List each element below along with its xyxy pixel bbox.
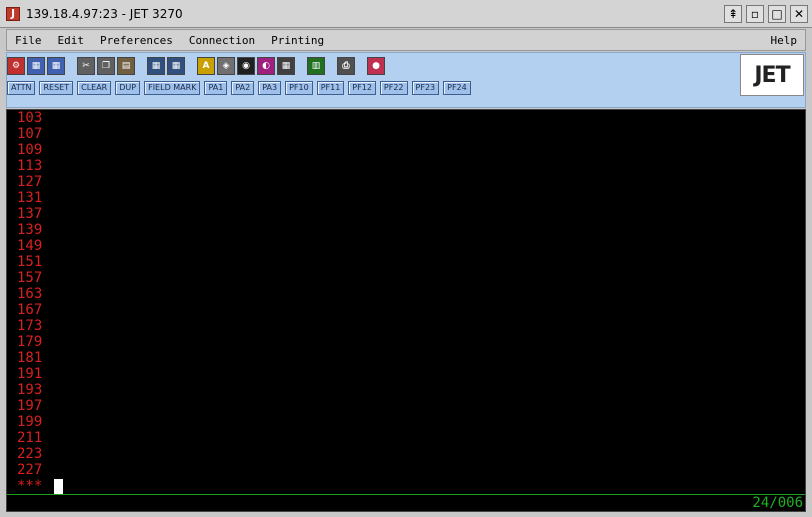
menu-help[interactable]: Help (763, 34, 806, 47)
cut-icon[interactable]: ✂ (77, 57, 95, 75)
key-clear-button[interactable]: CLEAR (77, 81, 112, 95)
key-field-mark-button[interactable]: FIELD MARK (144, 81, 201, 95)
key-pf23-button[interactable]: PF23 (411, 81, 440, 95)
key-pf12-button[interactable]: PF12 (348, 81, 376, 95)
copy-icon[interactable]: ❐ (97, 57, 115, 75)
menu-printing[interactable]: Printing (263, 34, 332, 47)
terminal-line: 179 (17, 334, 43, 350)
color-icon[interactable]: ◉ (237, 57, 255, 75)
key-attn-button[interactable]: ATTN (7, 81, 36, 95)
print-setup-icon[interactable]: ● (367, 57, 385, 75)
menu-edit[interactable]: Edit (50, 34, 93, 47)
prompt-line: *** (17, 478, 64, 494)
terminal-line: 103 (17, 110, 43, 126)
key-pf11-button[interactable]: PF11 (316, 81, 345, 95)
terminal-line: 197 (17, 398, 43, 414)
minimize-button[interactable]: ▫ (746, 5, 764, 23)
jet-logo: JET (740, 54, 804, 96)
close-button[interactable]: ✕ (790, 5, 808, 23)
function-keys: ATTN RESET CLEAR DUP FIELD MARK PA1 PA2 PA3 PF10… (7, 80, 475, 96)
key-pf24-button[interactable]: PF24 (443, 81, 471, 95)
prompt-text: *** (17, 478, 43, 494)
terminal-line: 139 (17, 222, 43, 238)
disconnect-icon[interactable]: ▦ (27, 57, 45, 75)
jet-logo-text: JET (754, 62, 790, 88)
terminal-line: 157 (17, 270, 43, 286)
terminal-line: 193 (17, 382, 43, 398)
menu-connection[interactable]: Connection (181, 34, 263, 47)
key-pa2-button[interactable]: PA2 (231, 81, 255, 95)
macro-icon[interactable]: ▥ (307, 57, 325, 75)
keyboard-map-icon[interactable]: ◈ (217, 57, 235, 75)
connect-icon[interactable]: ⚙ (7, 57, 25, 75)
terminal-line: 181 (17, 350, 43, 366)
reconnect-icon[interactable]: ▦ (47, 57, 65, 75)
key-reset-button[interactable]: RESET (39, 81, 74, 95)
menu-bar: File Edit Preferences Connection Printin… (6, 29, 806, 51)
terminal-line: 227 (17, 462, 43, 478)
shade-button[interactable]: ⇞ (724, 5, 742, 23)
terminal-line: 223 (17, 446, 43, 462)
key-dup-button[interactable]: DUP (115, 81, 141, 95)
terminal-line: 131 (17, 190, 43, 206)
send-file-icon[interactable]: ▦ (147, 57, 165, 75)
grid-icon[interactable]: ▦ (277, 57, 295, 75)
print-icon[interactable]: ⎙ (337, 57, 355, 75)
toolbar-icons: ⚙ ▦ ▦ ✂ ❐ ▤ ▦ ▦ A ◈ ◉ ◐ ▦ ▥ ⎙ ● (7, 55, 387, 77)
terminal-line: 137 (17, 206, 43, 222)
receive-file-icon[interactable]: ▦ (167, 57, 185, 75)
terminal-line: 109 (17, 142, 43, 158)
menu-file[interactable]: File (7, 34, 50, 47)
terminal-line: 211 (17, 430, 43, 446)
key-pa3-button[interactable]: PA3 (258, 81, 282, 95)
terminal-line: 199 (17, 414, 43, 430)
font-icon[interactable]: A (197, 57, 215, 75)
status-divider (7, 494, 805, 495)
terminal-line: 113 (17, 158, 43, 174)
terminal-line: 163 (17, 286, 43, 302)
window-controls: ⇞ ▫ □ ✕ (724, 5, 808, 23)
app-icon[interactable]: J (6, 6, 20, 21)
text-cursor (54, 478, 64, 494)
terminal-line: 173 (17, 318, 43, 334)
maximize-button[interactable]: □ (768, 5, 786, 23)
window-title: 139.18.4.97:23 - JET 3270 (26, 6, 183, 21)
paste-icon[interactable]: ▤ (117, 57, 135, 75)
key-pa1-button[interactable]: PA1 (204, 81, 228, 95)
key-pf22-button[interactable]: PF22 (379, 81, 408, 95)
key-pf10-button[interactable]: PF10 (285, 81, 313, 95)
attributes-icon[interactable]: ◐ (257, 57, 275, 75)
terminal-lines: 103 107 109 113 127 131 137 139 149 151 157 163 167 1… (17, 110, 64, 494)
terminal-line: 107 (17, 126, 43, 142)
terminal-line: 167 (17, 302, 43, 318)
toolbar: ⚙ ▦ ▦ ✂ ❐ ▤ ▦ ▦ A ◈ ◉ ◐ ▦ ▥ ⎙ ● ATTN RESET CLEAR DUP FIELD … (6, 52, 806, 108)
terminal-line: 149 (17, 238, 43, 254)
cursor-position: 24/006 (752, 495, 803, 511)
terminal-line: 127 (17, 174, 43, 190)
terminal-screen[interactable]: 103 107 109 113 127 131 137 139 149 151 157 163 167 1… (6, 109, 806, 512)
menu-preferences[interactable]: Preferences (92, 34, 181, 47)
title-bar: J 139.18.4.97:23 - JET 3270 ⇞ ▫ □ ✕ (0, 0, 812, 28)
terminal-line: 191 (17, 366, 43, 382)
terminal-line: 151 (17, 254, 43, 270)
